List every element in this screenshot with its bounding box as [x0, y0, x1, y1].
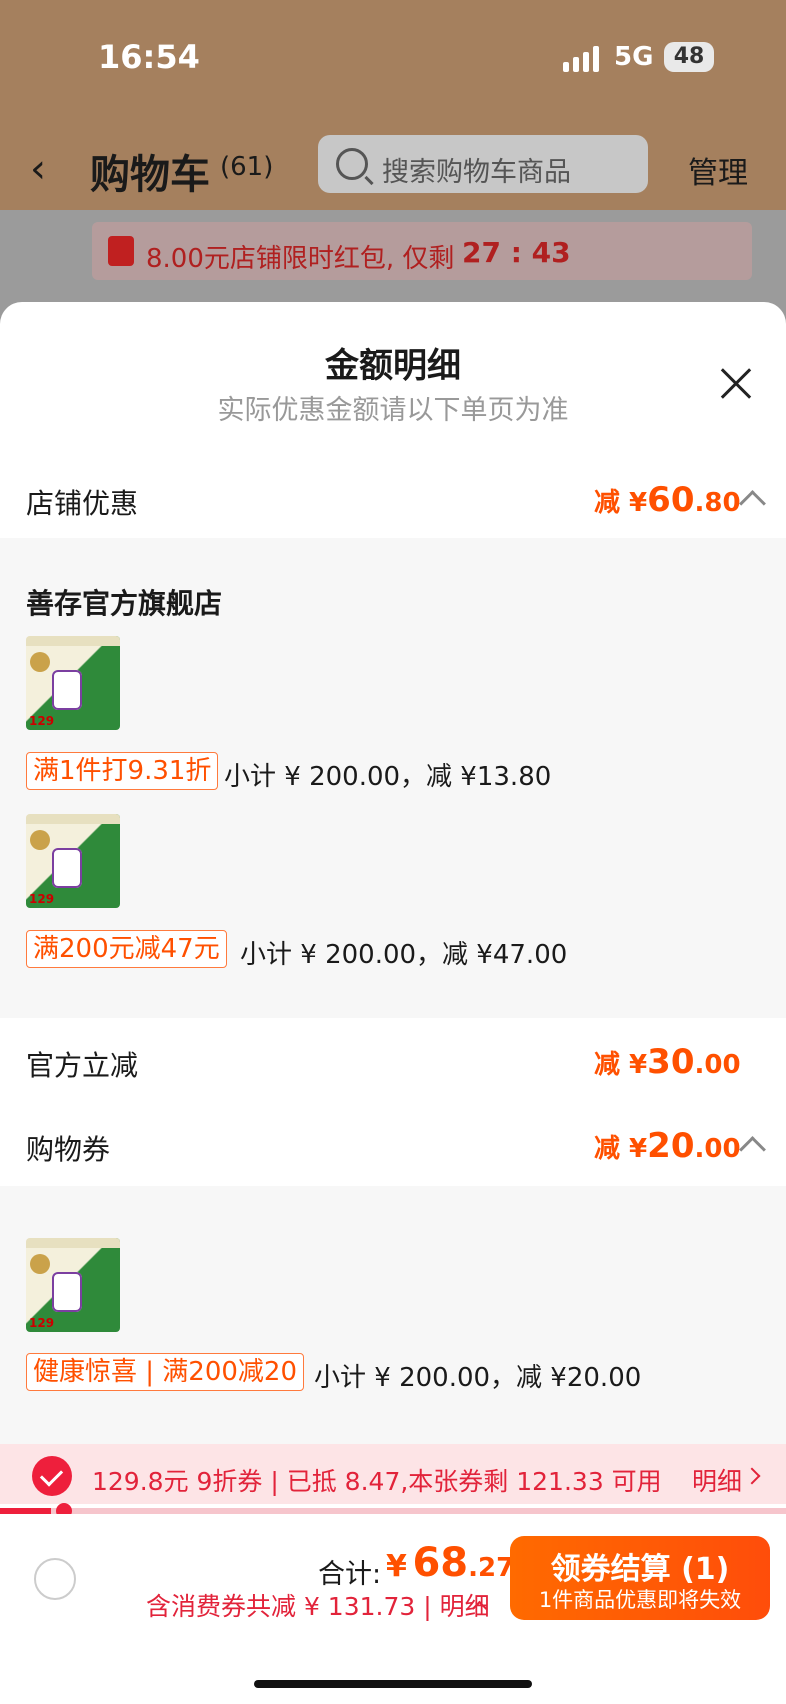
check-icon[interactable]	[32, 1456, 72, 1496]
status-time: 16:54	[98, 38, 200, 76]
product-thumbnail[interactable]: 129	[26, 814, 120, 908]
page-title: 购物车	[90, 152, 210, 198]
coupon-label: 购物券	[26, 1133, 111, 1166]
close-icon[interactable]	[718, 366, 754, 402]
coupon-bar-text: 129.8元 9折券 | 已抵 8.47,本张券剩 121.33 可用	[92, 1467, 662, 1496]
back-icon[interactable]: ‹	[30, 146, 46, 192]
store-discount-label: 店铺优惠	[26, 487, 139, 520]
cart-count: (61)	[220, 152, 274, 182]
official-discount-amount: 减 ¥30.00	[594, 1042, 741, 1082]
checkout-sublabel: 1件商品优惠即将失效	[538, 1588, 742, 1612]
select-all-checkbox[interactable]	[34, 1558, 76, 1600]
checkout-label: 领券结算 (1)	[550, 1552, 730, 1587]
product-thumbnail[interactable]: 129	[26, 1238, 120, 1332]
product-thumbnail[interactable]: 129	[26, 636, 120, 730]
sheet-subtitle: 实际优惠金额请以下单页为准	[217, 395, 569, 426]
checkout-button[interactable]: 领券结算 (1) 1件商品优惠即将失效	[510, 1536, 770, 1620]
sheet-title: 金额明细	[325, 346, 461, 386]
total-amount: ¥ 68.27	[386, 1540, 515, 1586]
promo-tag: 满1件打9.31折	[26, 752, 219, 790]
search-icon	[336, 148, 368, 180]
store-name: 善存官方旗舰店	[26, 587, 223, 620]
coupon-amount: 减 ¥20.00	[594, 1126, 741, 1166]
signal-icon	[563, 46, 599, 72]
network-type: 5G	[614, 42, 654, 72]
search-placeholder: 搜索购物车商品	[382, 157, 571, 188]
home-indicator	[254, 1680, 532, 1688]
promo-tag: 满200元减47元	[26, 930, 227, 968]
item-subtotal: 小计 ¥ 200.00，减 ¥20.00	[314, 1363, 642, 1393]
total-label: 合计:	[318, 1559, 382, 1590]
manage-button[interactable]: 管理	[688, 148, 748, 192]
promo-tag: 健康惊喜 | 满200减20	[26, 1353, 304, 1391]
store-discount-amount: 减 ¥60.80	[594, 480, 741, 520]
item-subtotal: 小计 ¥ 200.00，减 ¥13.80	[224, 762, 552, 792]
item-subtotal: 小计 ¥ 200.00，减 ¥47.00	[240, 940, 568, 970]
coupon-detail-link[interactable]: 明细	[692, 1462, 742, 1498]
savings-detail-link[interactable]: 含消费券共减 ¥ 131.73 | 明细	[146, 1587, 490, 1623]
official-discount-label: 官方立减	[26, 1049, 139, 1082]
banner-text: 8.00元店铺限时红包, 仅剩	[146, 244, 455, 274]
red-packet-icon	[108, 236, 134, 266]
banner-timer: 27 : 43	[462, 236, 571, 269]
battery-icon: 48	[664, 42, 714, 72]
